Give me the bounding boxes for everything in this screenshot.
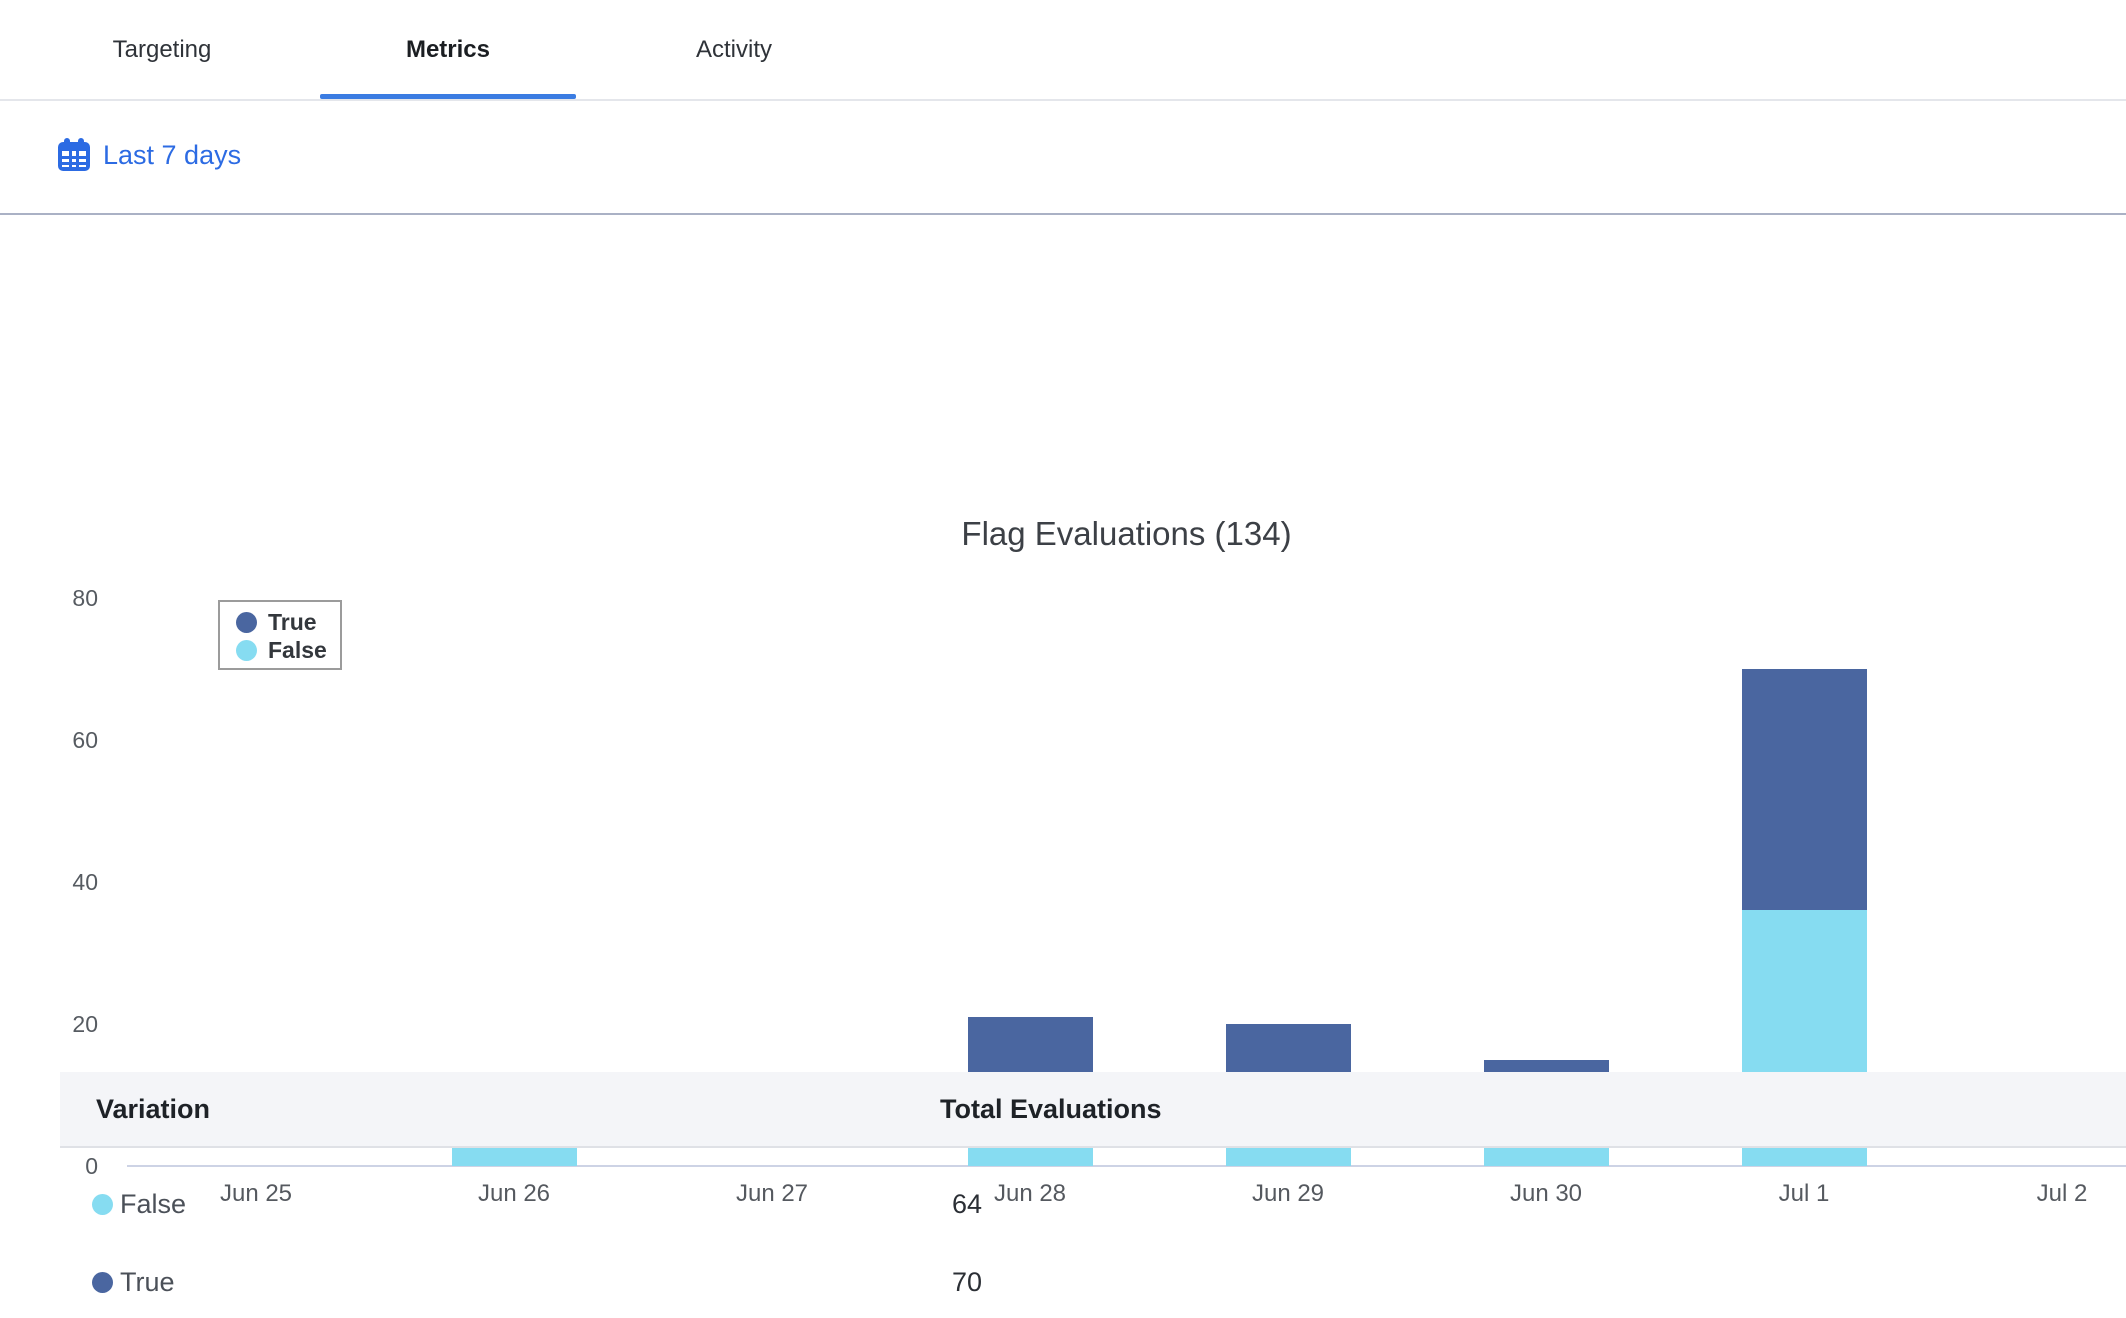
chart-title: Flag Evaluations (134): [127, 515, 2126, 553]
table-row-false: False 64: [60, 1168, 2126, 1240]
legend-item-true: True: [236, 608, 340, 636]
y-tick-40: 40: [0, 868, 98, 896]
legend-label: True: [268, 609, 317, 636]
total-evaluations-value: 64: [952, 1189, 982, 1220]
total-evaluations-value: 70: [952, 1267, 982, 1298]
flag-evaluations-chart: Flag Evaluations (134) TrueFalse 0204060…: [0, 215, 2126, 1060]
variation-name: False: [120, 1189, 186, 1220]
y-tick-80: 80: [0, 584, 98, 612]
y-tick-60: 60: [0, 726, 98, 754]
tab-activity[interactable]: Activity: [591, 0, 877, 99]
y-tick-20: 20: [0, 1010, 98, 1038]
legend-label: False: [268, 637, 327, 664]
table-header: Variation Total Evaluations: [60, 1072, 2126, 1148]
column-header-total-evaluations: Total Evaluations: [940, 1094, 1162, 1125]
column-header-variation: Variation: [96, 1094, 210, 1125]
variation-name: True: [120, 1267, 175, 1298]
bar-jul-1-true: [1742, 669, 1867, 910]
chart-legend: TrueFalse: [218, 600, 342, 670]
tab-bar: Targeting Metrics Activity: [0, 0, 2126, 101]
filter-row: Last 7 days: [0, 101, 2126, 215]
tab-metrics[interactable]: Metrics: [305, 0, 591, 99]
variation-dot-true: [92, 1272, 113, 1293]
legend-item-false: False: [236, 636, 340, 664]
date-range-picker[interactable]: Last 7 days: [57, 137, 241, 173]
variation-table: Variation Total Evaluations False 64 True 7…: [0, 1060, 2126, 1312]
variation-dot-false: [92, 1194, 113, 1215]
legend-dot-false: [236, 640, 257, 661]
date-range-label: Last 7 days: [103, 140, 241, 171]
legend-dot-true: [236, 612, 257, 633]
table-row-true: True 70: [60, 1246, 2126, 1318]
tab-targeting[interactable]: Targeting: [19, 0, 305, 99]
calendar-icon: [57, 137, 91, 173]
